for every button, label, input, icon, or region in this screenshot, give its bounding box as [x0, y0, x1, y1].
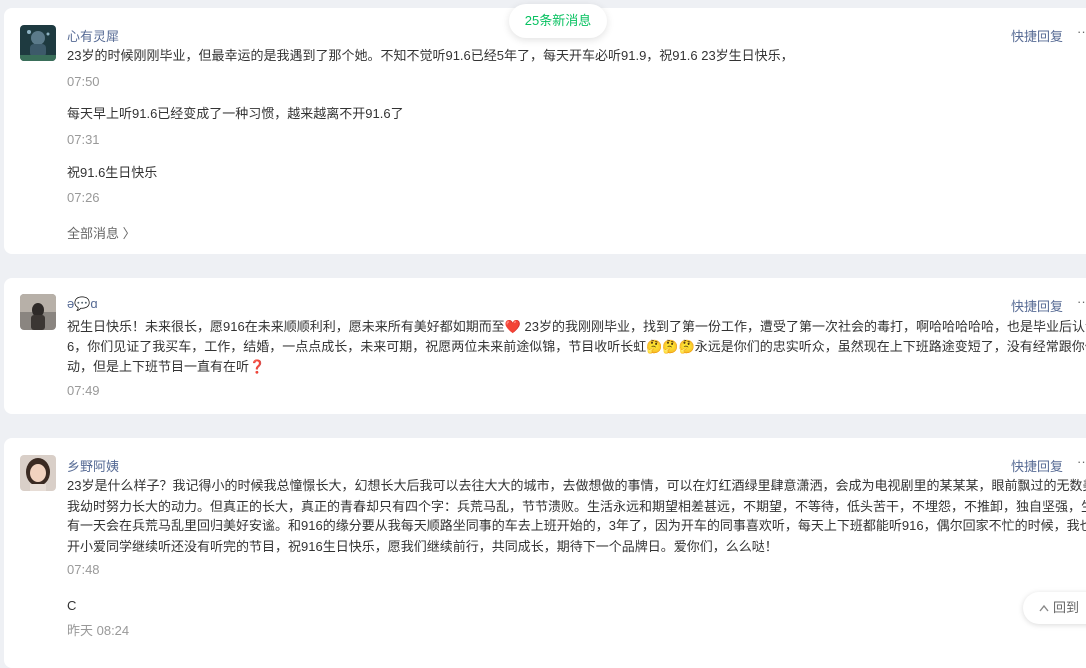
message-text-line: 我幼时努力长大的动力。但真正的长大，真正的青春却只有四个字：兵荒马乱，节节溃败。… — [67, 499, 1086, 514]
more-options-icon[interactable]: ··· — [1077, 294, 1086, 309]
username[interactable]: ə💬ɑ — [67, 296, 98, 312]
message-text-line: 有一天会在兵荒马乱里回归美好安谧。和916的缘分要从我每天顺路坐同事的车去上班开… — [67, 518, 1086, 533]
message-card-1: 心有灵犀 快捷回复 ··· 23岁的时候刚刚毕业，但最幸运的是我遇到了那个她。不… — [4, 8, 1086, 254]
message-text: 每天早上听91.6已经变成了一种习惯，越来越离不开91.6了 — [67, 106, 404, 121]
message-time: 07:50 — [67, 74, 100, 89]
message-text-line: 开小爱同学继续听还没有听完的节目，祝916生日快乐，愿我们继续前行，共同成长，期… — [67, 539, 778, 554]
avatar[interactable] — [20, 455, 56, 491]
avatar[interactable] — [20, 294, 56, 330]
message-card-3: 乡野阿姨 快捷回复 ··· 23岁是什么样子？我记得小的时候我总憧憬长大，幻想长… — [4, 438, 1086, 668]
message-card-2: ə💬ɑ 快捷回复 ··· 祝生日快乐！未来很长，愿916在未来顺顺利利，愿未来所… — [4, 278, 1086, 414]
chevron-up-icon — [1039, 592, 1049, 624]
reply-time: 昨天 08:24 — [67, 623, 130, 638]
quick-reply-button[interactable]: 快捷回复 — [1011, 296, 1063, 315]
more-options-icon[interactable]: ··· — [1077, 454, 1086, 469]
username[interactable]: 乡野阿姨 — [67, 456, 119, 475]
username[interactable]: 心有灵犀 — [67, 26, 119, 45]
message-time: 07:31 — [67, 132, 100, 147]
message-text-line: 6，你们见证了我买车，工作，结婚，一点点成长，未来可期，祝愿两位未来前途似锦，节… — [67, 339, 1086, 354]
quick-reply-button[interactable]: 快捷回复 — [1011, 456, 1063, 475]
quick-reply-button[interactable]: 快捷回复 — [1011, 26, 1063, 45]
back-to-top-label: 回到 — [1053, 600, 1080, 615]
avatar-image-icon — [20, 455, 56, 491]
new-messages-pill[interactable]: 25条新消息 — [509, 4, 607, 38]
avatar-image-icon — [20, 294, 56, 330]
avatar[interactable] — [20, 25, 56, 61]
message-text-line: 祝生日快乐！未来很长，愿916在未来顺顺利利，愿未来所有美好都如期而至❤️ 23… — [67, 319, 1086, 334]
reply-text: C — [67, 598, 77, 613]
more-options-icon[interactable]: ··· — [1077, 24, 1086, 39]
message-time: 07:49 — [67, 383, 100, 398]
message-text: 23岁的时候刚刚毕业，但最幸运的是我遇到了那个她。不知不觉听91.6已经5年了，… — [67, 48, 794, 63]
all-messages-link[interactable]: 全部消息 〉 — [67, 223, 136, 242]
message-text: 祝91.6生日快乐 — [67, 165, 158, 180]
message-text-line: 23岁是什么样子？我记得小的时候我总憧憬长大，幻想长大后我可以去往大大的城市，去… — [67, 478, 1086, 493]
message-time: 07:26 — [67, 190, 100, 205]
back-to-top-button[interactable]: 回到 — [1023, 592, 1086, 624]
message-text-line: 动，但是上下班节目一直有在听❓ — [67, 359, 266, 374]
message-time: 07:48 — [67, 562, 100, 577]
avatar-image-icon — [20, 25, 56, 61]
